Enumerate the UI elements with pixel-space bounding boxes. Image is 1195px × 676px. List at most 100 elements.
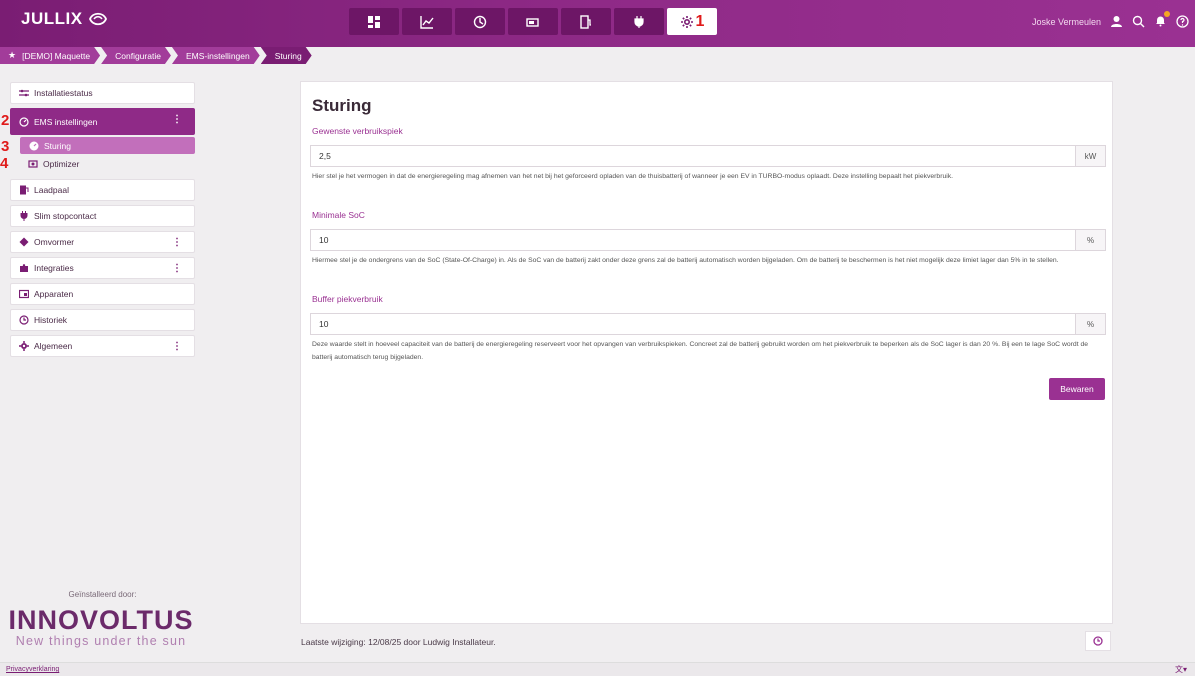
- help-text-minimale-soc: Hiermee stel je de ondergrens van de SoC…: [312, 257, 1059, 264]
- nav-energy[interactable]: [455, 8, 505, 35]
- sidebar-item-optimizer[interactable]: 4 Optimizer: [0, 155, 195, 172]
- sidebar-item-label: Omvormer: [34, 237, 75, 247]
- annotation-3: 3: [1, 138, 10, 155]
- history-icon: [18, 315, 29, 326]
- sidebar-item-slim-stopcontact[interactable]: Slim stopcontact: [10, 205, 195, 227]
- nav-dashboard[interactable]: [349, 8, 399, 35]
- user-area: Joske Vermeulen: [1032, 11, 1189, 29]
- field-label-buffer-piekverbruik: Buffer piekverbruik: [312, 294, 383, 304]
- sidebar-item-ems-instellingen[interactable]: 2 EMS instellingen ⋮: [1, 108, 195, 135]
- verbruikspiek-input[interactable]: 2,5 kW: [310, 145, 1106, 167]
- gauge-icon: [18, 116, 29, 127]
- history-icon: [1093, 636, 1103, 646]
- nav-battery[interactable]: [508, 8, 558, 35]
- breadcrumb-label: Configuratie: [115, 50, 161, 61]
- sidebar-item-label: Integraties: [34, 263, 74, 273]
- logo-icon: [88, 12, 107, 26]
- privacy-link[interactable]: Privacyverklaring: [6, 666, 59, 673]
- sidebar-item-apparaten[interactable]: Apparaten: [10, 283, 195, 305]
- dashboard-icon: [368, 15, 380, 28]
- sidebar-item-label: Historiek: [34, 315, 68, 325]
- more-menu-icon[interactable]: ⋮: [172, 263, 182, 274]
- nav-charts[interactable]: [402, 8, 452, 35]
- installed-by-label: Geïnstalleerd door:: [68, 590, 137, 599]
- sidebar-item-label: Slim stopcontact: [34, 211, 97, 221]
- nav-plug[interactable]: [614, 8, 664, 35]
- main-nav: 1: [349, 8, 717, 35]
- plug-icon: [634, 15, 644, 28]
- search-icon[interactable]: [1132, 15, 1145, 28]
- breadcrumb-item-configuratie[interactable]: Configuratie: [101, 47, 171, 64]
- devices-icon: [18, 289, 29, 300]
- installer-name: INNOVOLTUS: [8, 605, 194, 635]
- more-menu-icon[interactable]: ⋮: [172, 341, 182, 352]
- sidebar-item-laadpaal[interactable]: Laadpaal: [10, 179, 195, 201]
- status-icon: [18, 88, 29, 99]
- field-label-minimale-soc: Minimale SoC: [312, 210, 365, 220]
- gauge-icon: [28, 140, 39, 151]
- sidebar-item-sturing[interactable]: 3 Sturing: [1, 137, 195, 155]
- sidebar-item-integraties[interactable]: Integraties ⋮: [10, 257, 195, 279]
- last-change-text: Laatste wijziging: 12/08/25 door Ludwig …: [301, 637, 496, 647]
- field-label-verbruikspiek: Gewenste verbruikspiek: [312, 126, 403, 136]
- inverter-icon: [18, 237, 29, 248]
- optimizer-icon: [27, 159, 38, 170]
- help-text-verbruikspiek: Hier stel je het vermogen in dat de ener…: [312, 173, 954, 180]
- breadcrumb-item-demo[interactable]: ★ [DEMO] Maquette: [0, 47, 100, 64]
- more-menu-icon[interactable]: ⋮: [172, 114, 182, 125]
- sidebar-item-label: Laadpaal: [34, 185, 69, 195]
- buffer-piekverbruik-input[interactable]: 10 %: [310, 313, 1106, 335]
- nav-settings[interactable]: 1: [667, 8, 717, 35]
- input-value[interactable]: 2,5: [311, 151, 1075, 161]
- sidebar-item-label: Installatiestatus: [34, 88, 93, 98]
- charger-icon: [18, 185, 29, 196]
- save-button[interactable]: Bewaren: [1049, 378, 1105, 400]
- breadcrumb-item-ems[interactable]: EMS-instellingen: [172, 47, 260, 64]
- annotation-1: 1: [695, 12, 705, 30]
- sidebar-item-historiek[interactable]: Historiek: [10, 309, 195, 331]
- sidebar-item-installatiestatus[interactable]: Installatiestatus: [10, 82, 195, 104]
- settings-icon: [680, 15, 693, 28]
- energy-icon: [473, 15, 487, 28]
- minimale-soc-input[interactable]: 10 %: [310, 229, 1106, 251]
- help-text-buffer-piekverbruik: Deze waarde stelt in hoeveel capaciteit …: [312, 341, 1089, 361]
- app-logo[interactable]: JULLIX: [21, 9, 109, 29]
- star-icon: ★: [8, 50, 17, 60]
- breadcrumb: ★ [DEMO] Maquette Configuratie EMS-instel…: [0, 47, 313, 64]
- footer: Privacyverklaring 文▾: [0, 662, 1195, 676]
- nav-charger[interactable]: [561, 8, 611, 35]
- settings-panel: Sturing Gewenste verbruikspiek 2,5 kW Hi…: [300, 81, 1113, 624]
- breadcrumb-item-sturing[interactable]: Sturing: [261, 47, 312, 64]
- annotation-2: 2: [1, 112, 10, 129]
- sidebar-item-label: Sturing: [44, 140, 71, 151]
- sidebar-item-label: EMS instellingen: [34, 116, 98, 127]
- more-menu-icon[interactable]: ⋮: [172, 237, 182, 248]
- notification-badge: [1164, 11, 1170, 17]
- sidebar-item-label: Algemeen: [34, 341, 73, 351]
- installer-brand: INNOVOLTUS New things under the sun: [6, 605, 196, 648]
- input-value[interactable]: 10: [311, 235, 1075, 245]
- notifications-button[interactable]: [1154, 11, 1170, 29]
- charger-icon: [580, 14, 591, 29]
- breadcrumb-label: EMS-instellingen: [185, 50, 250, 61]
- installer-tagline: New things under the sun: [15, 634, 187, 648]
- user-icon[interactable]: [1110, 15, 1123, 28]
- page-title: Sturing: [312, 96, 372, 115]
- battery-icon: [526, 17, 539, 27]
- input-value[interactable]: 10: [311, 319, 1075, 329]
- puzzle-icon: [18, 263, 29, 274]
- help-icon[interactable]: [1176, 15, 1189, 28]
- translate-icon[interactable]: 文▾: [1175, 664, 1187, 675]
- sidebar: Installatiestatus 2 EMS instellingen ⋮ 3…: [0, 82, 195, 361]
- sidebar-item-algemeen[interactable]: Algemeen ⋮: [10, 335, 195, 357]
- sidebar-item-omvormer[interactable]: Omvormer ⋮: [10, 231, 195, 253]
- top-header: JULLIX 1 Joske Vermeulen: [0, 0, 1195, 47]
- sidebar-item-label: Apparaten: [34, 289, 74, 299]
- breadcrumb-label: [DEMO] Maquette: [22, 50, 91, 61]
- sidebar-item-label: Optimizer: [43, 159, 80, 169]
- user-name[interactable]: Joske Vermeulen: [1032, 17, 1101, 27]
- chart-icon: [420, 15, 434, 29]
- unit-label: kW: [1075, 146, 1105, 166]
- history-button[interactable]: [1085, 631, 1111, 651]
- unit-label: %: [1075, 314, 1105, 334]
